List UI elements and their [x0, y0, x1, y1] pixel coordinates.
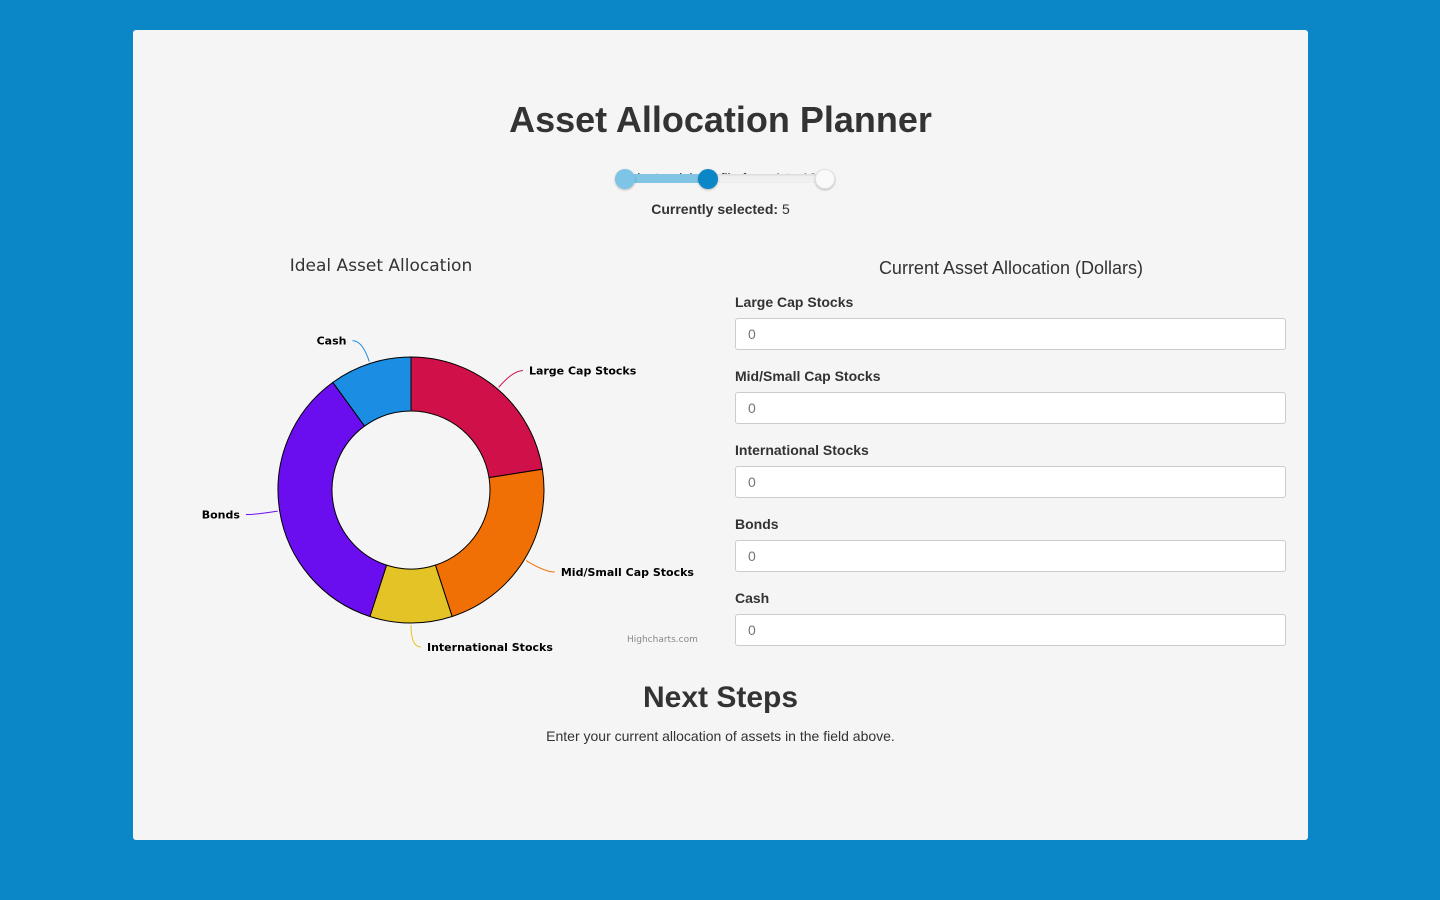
slice-mid-small-cap-stocks[interactable] [434, 468, 545, 618]
field-label-international: International Stocks [735, 442, 869, 458]
chart-credit-link[interactable]: Highcharts.com [627, 635, 698, 645]
label-cash: Cash [317, 335, 347, 348]
cash-input[interactable] [735, 614, 1286, 646]
form-title: Current Asset Allocation (Dollars) [878, 258, 1144, 278]
risk-slider-start-handle [615, 169, 635, 189]
donut-chart: Large Cap Stocks Mid/Small Cap Stocks Inte… [202, 335, 695, 654]
slice-large-cap-stocks[interactable] [410, 356, 543, 479]
field-label-large-cap: Large Cap Stocks [735, 294, 854, 310]
next-steps-text: Enter your current allocation of assets … [546, 728, 895, 744]
field-label-bonds: Bonds [735, 516, 779, 532]
label-international-stocks: International Stocks [427, 641, 553, 654]
label-bonds: Bonds [202, 509, 241, 522]
connector-mid-small-cap-stocks [525, 560, 555, 573]
label-mid-small-cap-stocks: Mid/Small Cap Stocks [561, 566, 695, 579]
connector-cash [352, 340, 370, 362]
page-title: Asset Allocation Planner [509, 99, 932, 140]
current-selection-label: Currently selected: [651, 201, 779, 217]
field-label-cash: Cash [735, 590, 770, 606]
risk-slider-end-cap [815, 169, 835, 189]
main-card: Asset Allocation Planner Select a risk p… [133, 30, 1308, 840]
mid-small-cap-input[interactable] [735, 392, 1286, 424]
current-selection-value: 5 [781, 201, 790, 217]
field-label-mid-small-cap: Mid/Small Cap Stocks [735, 368, 881, 384]
connector-international-stocks [410, 624, 422, 648]
risk-slider-handle[interactable] [698, 169, 719, 189]
large-cap-input[interactable] [735, 318, 1286, 350]
bonds-input[interactable] [735, 540, 1286, 572]
current-selection: Currently selected: 5 [133, 201, 1308, 217]
next-steps-title: Next Steps [642, 681, 799, 714]
risk-slider[interactable] [613, 167, 838, 191]
international-input[interactable] [735, 466, 1286, 498]
connector-large-cap-stocks [498, 370, 523, 388]
label-large-cap-stocks: Large Cap Stocks [529, 365, 637, 378]
connector-bonds [245, 510, 278, 516]
allocation-chart: Ideal Asset Allocation Large Cap Stocks M… [181, 248, 711, 658]
